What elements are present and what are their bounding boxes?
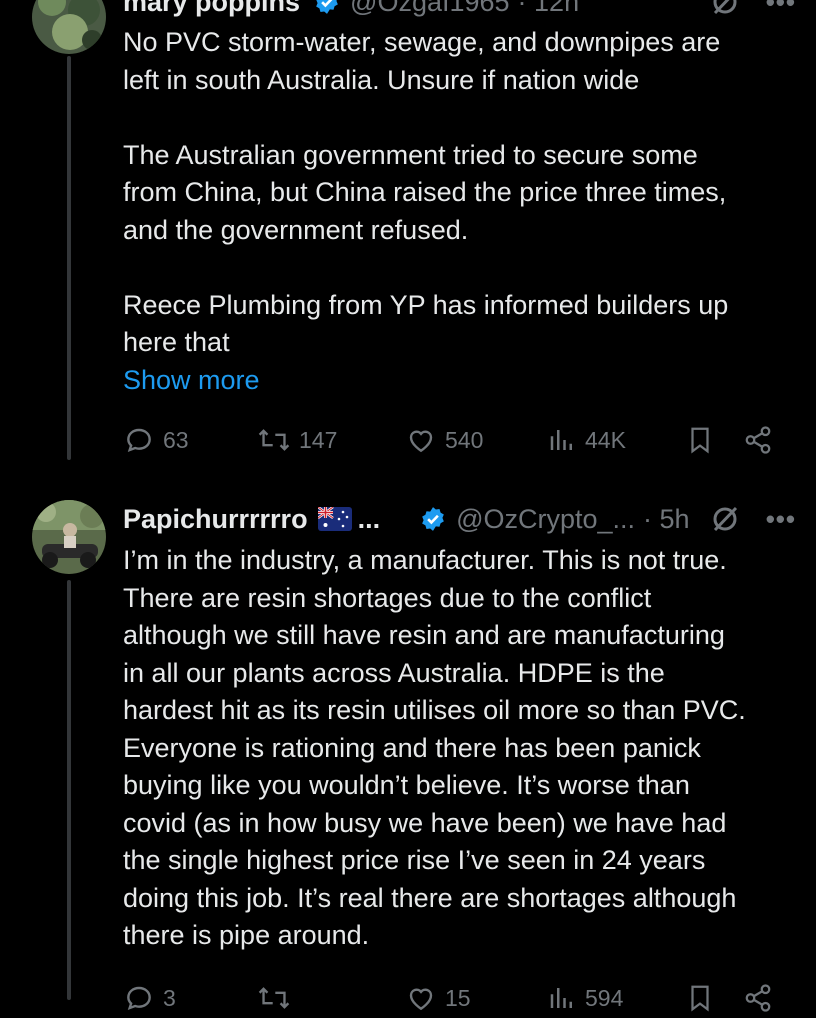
- tweet-text: No PVC storm-water, sewage, and downpipe…: [123, 24, 783, 399]
- tweet-actions: 3 15 594: [123, 978, 784, 1018]
- reply-icon: [123, 424, 155, 456]
- tweet-header: mary poppins @OzgaI1965 · 12h •••: [123, 0, 796, 22]
- australia-flag-icon: [317, 507, 352, 531]
- like-icon: [405, 424, 437, 456]
- reply-button[interactable]: 63: [123, 424, 257, 456]
- reply-count: 63: [163, 426, 189, 453]
- reply-count: 3: [163, 984, 176, 1011]
- show-more-link[interactable]: Show more: [123, 362, 783, 400]
- repost-icon: [257, 982, 291, 1014]
- views-icon: [547, 424, 577, 456]
- repost-icon: [257, 424, 291, 456]
- handle[interactable]: @OzCrypto_...: [456, 504, 635, 535]
- tweet-line: left in south Australia. Unsure if natio…: [123, 64, 640, 95]
- more-icon[interactable]: •••: [766, 0, 796, 18]
- tweet-line: from China, but China raised the price t…: [123, 177, 727, 207]
- repost-button[interactable]: [257, 982, 405, 1014]
- thread-line-top: [67, 56, 71, 460]
- timestamp[interactable]: · 12h: [518, 0, 580, 18]
- tweet-line: here that: [123, 327, 230, 357]
- avatar-mary-poppins[interactable]: [32, 0, 106, 54]
- share-icon: [743, 983, 773, 1013]
- bookmark-icon: [685, 982, 715, 1014]
- like-icon: [405, 982, 437, 1014]
- grok-icon[interactable]: [710, 0, 740, 17]
- verified-badge-icon: [420, 506, 446, 532]
- views-count: 44K: [585, 426, 626, 453]
- like-count: 15: [445, 984, 471, 1011]
- bookmark-icon: [685, 424, 715, 456]
- tweet-text: I’m in the industry, a manufacturer. Thi…: [123, 542, 783, 955]
- views-count: 594: [585, 984, 624, 1011]
- tweet-line: There are resin shortages due to the con…: [123, 582, 652, 613]
- like-count: 540: [445, 426, 484, 453]
- tweet-line: No PVC storm-water, sewage, and downpipe…: [123, 27, 721, 57]
- reply-icon: [123, 982, 155, 1014]
- grok-icon[interactable]: [710, 504, 740, 534]
- tweet-line: The Australian government tried to secur…: [123, 139, 698, 170]
- name-truncation: ...: [357, 503, 381, 534]
- repost-button[interactable]: 147: [257, 424, 405, 456]
- tweet-line: buying like you wouldn’t believe. It’s w…: [123, 770, 690, 800]
- tweet-line: in all our plants across Australia. HDPE…: [123, 657, 665, 688]
- avatar-papichurrrrrro[interactable]: [32, 500, 106, 574]
- tweet-line: and the government refused.: [123, 214, 469, 245]
- tweet-actions: 63 147 540 44K: [123, 420, 784, 460]
- like-button[interactable]: 540: [405, 424, 547, 456]
- views-button[interactable]: 44K: [547, 424, 685, 456]
- bookmark-button[interactable]: [685, 424, 743, 456]
- tweet-line: covid (as in how busy we have been) we h…: [123, 807, 727, 838]
- repost-count: 147: [299, 426, 338, 453]
- tweet-line: there is pipe around.: [123, 920, 370, 950]
- tweet-line: I’m in the industry, a manufacturer. Thi…: [123, 545, 727, 575]
- tweet-line: hardest hit as its resin utilises oil mo…: [123, 695, 746, 725]
- thread-line-bottom: [67, 580, 71, 1000]
- tweet-line: Reece Plumbing from YP has informed buil…: [123, 289, 729, 320]
- tweet-line: the single highest price rise I’ve seen …: [123, 845, 706, 875]
- tweet-line: although we still have resin and are man…: [123, 620, 725, 650]
- more-icon[interactable]: •••: [766, 504, 796, 535]
- share-button[interactable]: [743, 983, 773, 1013]
- display-name[interactable]: mary poppins: [123, 0, 300, 18]
- tweet-line: Everyone is rationing and there has been…: [123, 732, 701, 763]
- share-button[interactable]: [743, 425, 773, 455]
- bookmark-button[interactable]: [685, 982, 743, 1014]
- tweet-header: Papichurrrrrro ... @OzCrypto_... · 5h ••…: [123, 499, 796, 539]
- verified-badge-icon: [314, 0, 340, 15]
- views-button[interactable]: 594: [547, 982, 685, 1014]
- timestamp[interactable]: · 5h: [643, 504, 690, 535]
- share-icon: [743, 425, 773, 455]
- handle[interactable]: @OzgaI1965: [350, 0, 510, 18]
- reply-button[interactable]: 3: [123, 982, 257, 1014]
- display-name[interactable]: Papichurrrrrro: [123, 504, 308, 535]
- like-button[interactable]: 15: [405, 982, 547, 1014]
- tweet-line: doing this job. It’s real there are shor…: [123, 882, 737, 913]
- views-icon: [547, 982, 577, 1014]
